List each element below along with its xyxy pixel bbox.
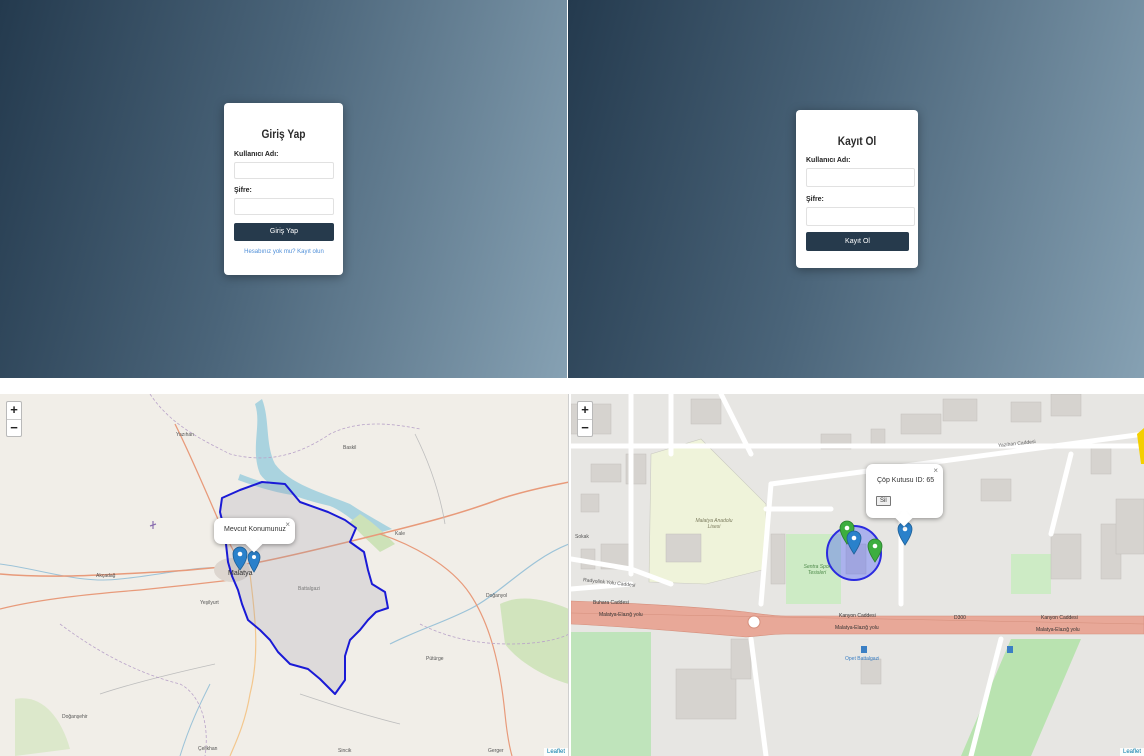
place-label: Sincik (338, 748, 352, 754)
login-title: Giriş Yap (261, 127, 306, 141)
delete-button[interactable]: Sil (876, 496, 891, 506)
area-label: Sentra Spor Tesisleri (803, 564, 831, 576)
street-label: Malatya-Elazığ yolu (835, 625, 879, 631)
popup-close-button[interactable]: × (933, 466, 938, 475)
street-map[interactable]: Yazıhan Caddesi Buhara Caddesi Malatya-E… (571, 394, 1144, 756)
register-card: Kayıt Ol Kullanıcı Adı: Şifre: Kayıt Ol (796, 110, 918, 268)
area-label: Malatya Anadolu Lisesi (695, 518, 733, 530)
register-link[interactable]: Hesabınız yok mu? Kayıt olun (234, 249, 334, 255)
username-input[interactable] (234, 162, 334, 179)
zoom-out-button[interactable]: − (578, 419, 592, 436)
place-label: Gerger (488, 748, 504, 754)
place-label: Doğanyol (486, 593, 508, 599)
username-input[interactable] (806, 168, 915, 187)
place-label: Akçadağ (96, 573, 116, 579)
street-label: Buhara Caddesi (593, 600, 629, 606)
street-label: Kanyon Caddesi (839, 613, 876, 619)
place-label: Yeşilyurt (200, 600, 219, 606)
place-label: Kale (395, 531, 406, 537)
zoom-control: + − (577, 401, 593, 437)
password-label: Şifre: (234, 187, 252, 194)
street-label: Malatya-Elazığ yolu (1036, 627, 1080, 633)
location-popup: Mevcut Konumunuz × (214, 518, 295, 553)
region-map-tiles (0, 394, 568, 756)
popup-close-button[interactable]: × (285, 520, 290, 529)
place-label: Çelikhan (198, 746, 218, 752)
popup-text: Çöp Kutusu ID: 65 (877, 477, 935, 484)
region-map[interactable]: Yazıhan Baskil Akçadağ Yeşilyurt Malatya… (0, 394, 569, 756)
place-label: Doğanşehir (62, 714, 88, 720)
street-label: D300 (954, 615, 966, 621)
place-label: Battalgazi (298, 586, 320, 592)
popup-text: Mevcut Konumunuz (224, 526, 286, 533)
street-label: Sokak (575, 534, 589, 540)
register-title: Kayıt Ol (837, 134, 877, 148)
place-label: Baskil (343, 445, 357, 451)
username-label: Kullanıcı Adı: (806, 157, 851, 164)
attribution-link[interactable]: Leaflet (1119, 748, 1144, 756)
login-screen: Giriş Yap Kullanıcı Adı: Şifre: Giriş Ya… (0, 0, 567, 378)
password-input[interactable] (234, 198, 334, 215)
street-label: Kanyon Caddesi (1041, 615, 1078, 621)
area-label: Opet Battalgazi (845, 656, 880, 662)
attribution-link[interactable]: Leaflet (543, 748, 568, 756)
username-label: Kullanıcı Adı: (234, 151, 279, 158)
street-map-tiles (571, 394, 1144, 756)
password-label: Şifre: (806, 196, 824, 203)
street-label: Malatya-Elazığ yolu (599, 612, 643, 618)
register-button[interactable]: Kayıt Ol (806, 232, 909, 251)
login-button[interactable]: Giriş Yap (234, 223, 334, 241)
zoom-in-button[interactable]: + (7, 402, 21, 419)
password-input[interactable] (806, 207, 915, 226)
place-label: Malatya (228, 570, 253, 577)
bin-popup: Çöp Kutusu ID: 65 Sil × (866, 464, 943, 527)
place-label: Yazıhan (176, 432, 194, 438)
login-card: Giriş Yap Kullanıcı Adı: Şifre: Giriş Ya… (224, 103, 343, 275)
register-screen: Kayıt Ol Kullanıcı Adı: Şifre: Kayıt Ol (568, 0, 1144, 378)
zoom-control: + − (6, 401, 22, 437)
place-label: Pütürge (426, 656, 444, 662)
zoom-out-button[interactable]: − (7, 419, 21, 436)
zoom-in-button[interactable]: + (578, 402, 592, 419)
